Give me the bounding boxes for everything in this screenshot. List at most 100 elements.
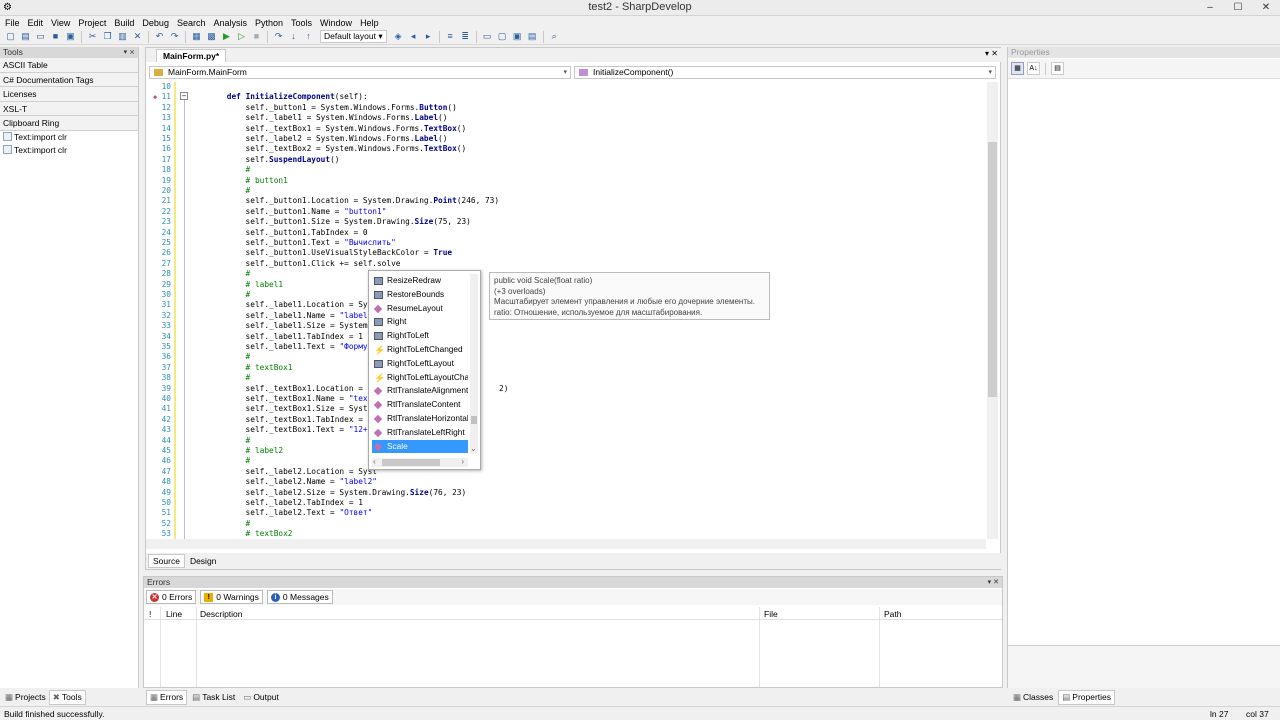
column-path[interactable]: Path <box>884 609 902 619</box>
run-without-debug-icon[interactable]: ▷ <box>235 30 248 43</box>
tab-task-list[interactable]: ▤ Task List <box>189 691 238 704</box>
completion-item[interactable]: RtlTranslateHorizontal <box>372 412 468 426</box>
code-line[interactable]: 25 self._button1.Text = "Вычислить" <box>146 238 986 248</box>
scroll-down-icon[interactable]: ⌄ <box>470 444 477 453</box>
code-line[interactable]: 48 self._label2.Name = "label2" <box>146 477 986 487</box>
code-line[interactable]: 50 self._label2.TabIndex = 1 <box>146 498 986 508</box>
tool-category[interactable]: ASCII Table <box>0 58 138 73</box>
tab-projects[interactable]: ▦ Projects <box>2 691 49 704</box>
find-icon[interactable]: ⌕ <box>548 30 561 43</box>
completion-item[interactable]: RtlTranslateAlignment <box>372 384 468 398</box>
menu-project[interactable]: Project <box>78 18 106 28</box>
navigate-forward-icon[interactable]: ▸ <box>422 30 435 43</box>
editor-vertical-scrollbar[interactable] <box>987 82 998 539</box>
editor-horizontal-scrollbar[interactable] <box>146 539 986 549</box>
code-line[interactable]: 17 self.SuspendLayout() <box>146 155 986 165</box>
property-pages-icon[interactable]: ▤ <box>1051 62 1064 75</box>
redo-icon[interactable]: ↷ <box>168 30 181 43</box>
menu-file[interactable]: File <box>5 18 20 28</box>
code-line[interactable]: 34 self._label1.TabIndex = 1 <box>146 332 986 342</box>
menu-build[interactable]: Build <box>114 18 134 28</box>
code-line[interactable]: 43 self._textBox1.Text = "12+34 <box>146 425 986 435</box>
maximize-button[interactable]: ☐ <box>1224 0 1252 16</box>
tab-errors[interactable]: ▦ Errors <box>146 689 188 705</box>
copy-icon[interactable]: ❐ <box>101 30 114 43</box>
member-combo[interactable]: InitializeComponent() ▾ <box>574 66 996 79</box>
tool-category[interactable]: Clipboard Ring <box>0 116 138 131</box>
completion-item[interactable]: RightToLeftLayout <box>372 357 468 371</box>
code-line[interactable]: 44 # <box>146 436 986 446</box>
scroll-right-icon[interactable]: › <box>461 457 464 466</box>
build-all-icon[interactable]: ▩ <box>205 30 218 43</box>
code-line[interactable]: 35 self._label1.Text = "Формула <box>146 342 986 352</box>
indent-icon[interactable]: ≡ <box>444 30 457 43</box>
tools-panel-controls[interactable]: ▾ ⨯ <box>124 47 135 58</box>
code-line[interactable]: 36 # <box>146 352 986 362</box>
code-line[interactable]: 33 self._label1.Size = System.D <box>146 321 986 331</box>
tab-tools[interactable]: ✖ Tools <box>48 689 86 705</box>
code-line[interactable]: 11 def InitializeComponent(self): <box>146 92 986 102</box>
errors-panel-controls[interactable]: ▾ ✕ <box>988 577 999 588</box>
code-line[interactable]: 41 self._textBox1.Size = System <box>146 404 986 414</box>
code-line[interactable]: 47 self._label2.Location = Syst <box>146 467 986 477</box>
document-tab-controls[interactable]: ▾ ✕ <box>985 49 998 58</box>
step-over-icon[interactable]: ↷ <box>272 30 285 43</box>
code-line[interactable]: 12 self._button1 = System.Windows.Forms.… <box>146 103 986 113</box>
code-line[interactable]: 13 self._label1 = System.Windows.Forms.L… <box>146 113 986 123</box>
step-out-icon[interactable]: ↑ <box>302 30 315 43</box>
window-icon[interactable]: ▢ <box>496 30 509 43</box>
completion-item[interactable]: RtlTranslateLeftRight <box>372 426 468 440</box>
tool-category[interactable]: Licenses <box>0 87 138 102</box>
tool-item[interactable]: Text:import clr <box>0 131 138 144</box>
code-line[interactable]: 14 self._textBox1 = System.Windows.Forms… <box>146 124 986 134</box>
menu-edit[interactable]: Edit <box>28 18 44 28</box>
code-line[interactable]: 40 self._textBox1.Name = "textB <box>146 394 986 404</box>
tab-classes[interactable]: ▦ Classes <box>1010 691 1056 704</box>
code-line[interactable]: 51 self._label2.Text = "Ответ" <box>146 508 986 518</box>
save-icon[interactable]: ■ <box>49 30 62 43</box>
code-line[interactable]: 37 # textBox1 <box>146 363 986 373</box>
build-icon[interactable]: ▦ <box>190 30 203 43</box>
new-file-icon[interactable]: ▢ <box>4 30 17 43</box>
delete-icon[interactable]: ✕ <box>131 30 144 43</box>
code-line[interactable]: 52 # <box>146 519 986 529</box>
print-icon[interactable]: ▤ <box>526 30 539 43</box>
step-into-icon[interactable]: ↓ <box>287 30 300 43</box>
messages-filter-button[interactable]: i0 Messages <box>266 590 333 604</box>
code-line[interactable]: 53 # textBox2 <box>146 529 986 539</box>
open-icon[interactable]: ▭ <box>34 30 47 43</box>
menu-python[interactable]: Python <box>255 18 283 28</box>
column-severity[interactable]: ! <box>149 609 151 619</box>
navigate-back-icon[interactable]: ◂ <box>407 30 420 43</box>
menu-analysis[interactable]: Analysis <box>213 18 247 28</box>
code-line[interactable]: 42 self._textBox1.TabIndex = 2 <box>146 415 986 425</box>
tool-item[interactable]: Text:import clr <box>0 144 138 157</box>
completion-item[interactable]: Scale <box>372 439 468 454</box>
code-line[interactable]: 27 self._button1.Click += self.solve <box>146 259 986 269</box>
code-line[interactable]: 19 # button1 <box>146 176 986 186</box>
code-line[interactable]: 45 # label2 <box>146 446 986 456</box>
menu-help[interactable]: Help <box>360 18 379 28</box>
code-line[interactable]: 39 self._textBox1.Location = Sy 2) <box>146 384 986 394</box>
code-line[interactable]: 18 # <box>146 165 986 175</box>
completion-horizontal-scrollbar[interactable]: ‹ › <box>372 457 468 467</box>
form-icon[interactable]: ▭ <box>481 30 494 43</box>
tool-category[interactable]: C# Documentation Tags <box>0 72 138 87</box>
code-line[interactable]: 22 self._button1.Name = "button1" <box>146 207 986 217</box>
paste-icon[interactable]: ▥ <box>116 30 129 43</box>
menu-window[interactable]: Window <box>320 18 352 28</box>
alphabetical-sort-button[interactable]: A↓ <box>1027 62 1040 75</box>
menu-view[interactable]: View <box>51 18 70 28</box>
code-line[interactable]: 10 <box>146 82 986 92</box>
stop-icon[interactable]: ■ <box>250 30 263 43</box>
completion-item[interactable]: RestoreBounds <box>372 288 468 302</box>
undo-icon[interactable]: ↶ <box>153 30 166 43</box>
menu-tools[interactable]: Tools <box>291 18 312 28</box>
layout-icon[interactable]: ▣ <box>511 30 524 43</box>
tab-output[interactable]: ▭ Output <box>240 691 282 704</box>
completion-item[interactable]: RtlTranslateContent <box>372 398 468 412</box>
code-line[interactable]: 23 self._button1.Size = System.Drawing.S… <box>146 217 986 227</box>
bookmark-icon[interactable]: ◈ <box>392 30 405 43</box>
tab-source[interactable]: Source <box>148 554 185 568</box>
code-line[interactable]: 20 # <box>146 186 986 196</box>
